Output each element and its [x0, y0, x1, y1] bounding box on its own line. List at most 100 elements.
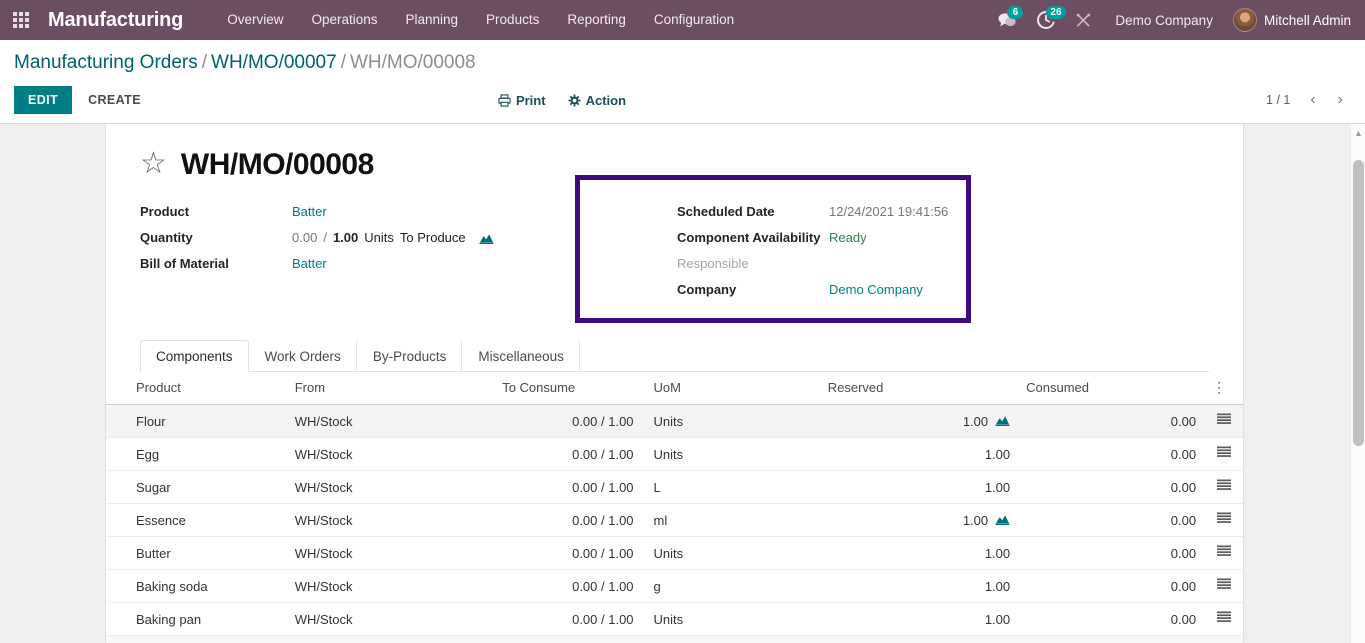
cell-to-consume[interactable]: 0.00 / 1.00 — [494, 602, 642, 636]
cell-from[interactable]: WH/Stock — [286, 536, 495, 570]
menu-item-operations[interactable]: Operations — [297, 0, 391, 40]
app-brand-title[interactable]: Manufacturing — [48, 9, 183, 32]
column-header-from[interactable]: From — [286, 372, 495, 405]
table-row[interactable]: Essence WH/Stock 0.00 / 1.00 ml 1.00 0.00 — [106, 503, 1243, 537]
cell-consumed[interactable]: 0.00 — [1018, 437, 1205, 471]
cell-uom[interactable]: Units — [641, 437, 820, 471]
list-lines-icon[interactable] — [1216, 611, 1231, 624]
table-row[interactable]: Baking soda WH/Stock 0.00 / 1.00 g 1.00 0.00 — [106, 569, 1243, 603]
column-header-uom[interactable]: UoM — [641, 372, 820, 405]
breadcrumb-parent[interactable]: WH/MO/00007 — [211, 52, 337, 73]
tab-work-orders[interactable]: Work Orders — [249, 340, 357, 372]
forecast-report-icon[interactable] — [995, 513, 1010, 528]
menu-item-planning[interactable]: Planning — [392, 0, 473, 40]
vertical-scrollbar[interactable]: ▲ — [1350, 124, 1365, 643]
add-a-line-cell[interactable]: Add a line — [106, 635, 1243, 643]
cell-reserved[interactable]: 1.00 — [819, 536, 1019, 570]
cell-reserved[interactable]: 1.00 — [819, 503, 1019, 537]
cell-uom[interactable]: L — [641, 470, 820, 504]
cell-from[interactable]: WH/Stock — [286, 569, 495, 603]
forecast-report-icon[interactable] — [995, 414, 1010, 429]
table-row[interactable]: Butter WH/Stock 0.00 / 1.00 Units 1.00 0.00 — [106, 536, 1243, 570]
column-header-reserved[interactable]: Reserved — [819, 372, 1019, 405]
menu-item-reporting[interactable]: Reporting — [553, 0, 640, 40]
cell-consumed[interactable]: 0.00 — [1018, 404, 1205, 438]
column-header-consumed[interactable]: Consumed — [1018, 372, 1205, 405]
table-row[interactable]: Baking pan WH/Stock 0.00 / 1.00 Units 1.00 0.… — [106, 602, 1243, 636]
star-icon[interactable]: ☆ — [140, 149, 167, 179]
cell-consumed[interactable]: 0.00 — [1018, 602, 1205, 636]
cell-from[interactable]: WH/Stock — [286, 503, 495, 537]
create-button[interactable]: CREATE — [76, 86, 153, 114]
company-switcher[interactable]: Demo Company — [1103, 13, 1225, 28]
cell-consumed[interactable]: 0.00 — [1018, 470, 1205, 504]
activities-button[interactable]: 26 — [1028, 0, 1066, 40]
messages-button[interactable]: 6 — [989, 0, 1026, 40]
cell-to-consume[interactable]: 0.00 / 1.00 — [494, 437, 642, 471]
cell-detailed-operations[interactable] — [1204, 437, 1243, 471]
cell-from[interactable]: WH/Stock — [286, 470, 495, 504]
cell-to-consume[interactable]: 0.00 / 1.00 — [494, 569, 642, 603]
cell-uom[interactable]: Units — [641, 404, 820, 438]
cell-consumed[interactable]: 0.00 — [1018, 503, 1205, 537]
optional-columns-toggle[interactable]: ⋮ — [1204, 372, 1243, 405]
cell-product[interactable]: Sugar — [106, 470, 287, 504]
column-header-to-consume[interactable]: To Consume — [494, 372, 642, 405]
cell-from[interactable]: WH/Stock — [286, 404, 495, 438]
print-menu-button[interactable]: Print — [498, 93, 546, 108]
cell-from[interactable]: WH/Stock — [286, 602, 495, 636]
cell-reserved[interactable]: 1.00 — [819, 569, 1019, 603]
cell-detailed-operations[interactable] — [1204, 470, 1243, 504]
forecast-report-icon[interactable] — [479, 232, 494, 244]
menu-item-configuration[interactable]: Configuration — [640, 0, 748, 40]
cell-product[interactable]: Essence — [106, 503, 287, 537]
cell-product[interactable]: Egg — [106, 437, 287, 471]
field-scheduled-date-value[interactable]: 12/24/2021 19:41:56 — [829, 204, 948, 219]
list-lines-icon[interactable] — [1216, 512, 1231, 525]
cell-detailed-operations[interactable] — [1204, 404, 1243, 438]
table-row[interactable]: Egg WH/Stock 0.00 / 1.00 Units 1.00 0.00 — [106, 437, 1243, 471]
column-header-product[interactable]: Product — [106, 372, 287, 405]
cell-to-consume[interactable]: 0.00 / 1.00 — [494, 503, 642, 537]
field-company-value[interactable]: Demo Company — [829, 282, 923, 297]
menu-item-overview[interactable]: Overview — [213, 0, 297, 40]
list-lines-icon[interactable] — [1216, 578, 1231, 591]
table-row[interactable]: Flour WH/Stock 0.00 / 1.00 Units 1.00 0.00 — [106, 404, 1243, 438]
cell-reserved[interactable]: 1.00 — [819, 602, 1019, 636]
scrollbar-thumb[interactable] — [1353, 160, 1364, 446]
cell-product[interactable]: Flour — [106, 404, 287, 438]
list-lines-icon[interactable] — [1216, 446, 1231, 459]
cell-consumed[interactable]: 0.00 — [1018, 569, 1205, 603]
cell-uom[interactable]: ml — [641, 503, 820, 537]
apps-grid-icon[interactable] — [6, 0, 36, 40]
cell-to-consume[interactable]: 0.00 / 1.00 — [494, 470, 642, 504]
list-lines-icon[interactable] — [1216, 413, 1231, 426]
cell-product[interactable]: Baking pan — [106, 602, 287, 636]
tab-by-products[interactable]: By-Products — [357, 340, 463, 372]
cell-to-consume[interactable]: 0.00 / 1.00 — [494, 404, 642, 438]
cell-product[interactable]: Baking soda — [106, 569, 287, 603]
action-menu-button[interactable]: Action — [568, 93, 626, 108]
cell-consumed[interactable]: 0.00 — [1018, 536, 1205, 570]
list-lines-icon[interactable] — [1216, 545, 1231, 558]
cell-reserved[interactable]: 1.00 — [819, 470, 1019, 504]
field-product-value[interactable]: Batter — [292, 204, 327, 219]
debug-menu-button[interactable] — [1066, 0, 1101, 40]
cell-uom[interactable]: g — [641, 569, 820, 603]
breadcrumb-root[interactable]: Manufacturing Orders — [14, 52, 198, 73]
edit-button[interactable]: EDIT — [14, 86, 73, 114]
cell-product[interactable]: Butter — [106, 536, 287, 570]
scroll-up-icon[interactable]: ▲ — [1354, 128, 1363, 138]
pager-next-button[interactable]: › — [1330, 90, 1351, 110]
add-a-line-row[interactable]: Add a line — [106, 635, 1243, 643]
cell-from[interactable]: WH/Stock — [286, 437, 495, 471]
cell-detailed-operations[interactable] — [1204, 503, 1243, 537]
user-menu[interactable]: Mitchell Admin — [1227, 8, 1351, 32]
cell-reserved[interactable]: 1.00 — [819, 404, 1019, 438]
pager-previous-button[interactable]: ‹ — [1302, 90, 1323, 110]
cell-detailed-operations[interactable] — [1204, 536, 1243, 570]
tab-miscellaneous[interactable]: Miscellaneous — [462, 340, 580, 372]
tab-components[interactable]: Components — [140, 340, 249, 372]
cell-uom[interactable]: Units — [641, 602, 820, 636]
menu-item-products[interactable]: Products — [472, 0, 553, 40]
